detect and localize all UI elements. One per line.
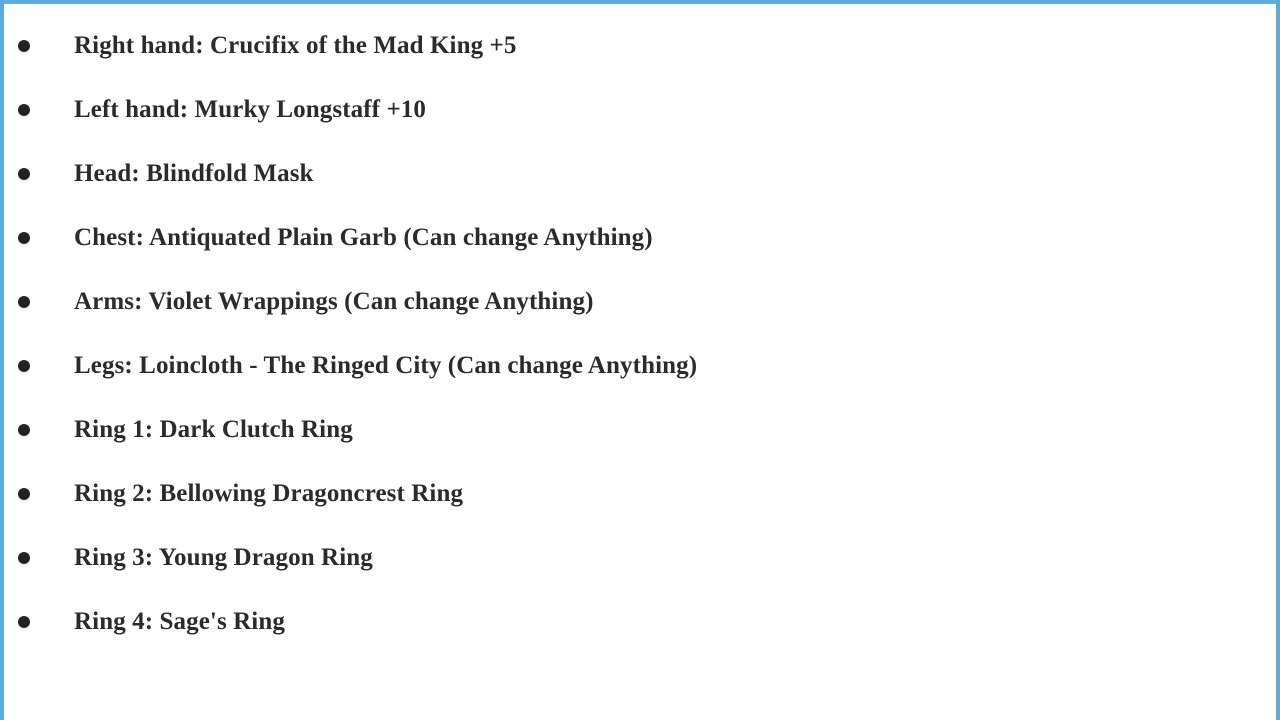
list-item-label: Ring 1: Dark Clutch Ring [74,416,353,444]
bullet-dot-icon [18,232,30,244]
list-item-label: Ring 2: Bellowing Dragoncrest Ring [74,480,464,508]
list-item-label: Head: Blindfold Mask [74,160,314,188]
list-item-label: Ring 3: Young Dragon Ring [74,544,373,572]
list-item-label: Right hand: Crucifix of the Mad King +5 [74,32,517,60]
bullet-dot-icon [18,488,30,500]
list-item-label: Arms: Violet Wrappings (Can change Anyth… [74,288,594,316]
list-item: Legs: Loincloth - The Ringed City (Can c… [4,334,1276,398]
list-item: Arms: Violet Wrappings (Can change Anyth… [4,270,1276,334]
bullet-dot-icon [18,168,30,180]
document-content: Right hand: Crucifix of the Mad King +5 … [4,14,1276,726]
bullet-dot-icon [18,296,30,308]
bullet-dot-icon [18,616,30,628]
list-item-label: Ring 4: Sage's Ring [74,608,285,636]
list-item-label: Left hand: Murky Longstaff +10 [74,96,426,124]
document-frame: Right hand: Crucifix of the Mad King +5 … [0,0,1280,726]
bullet-dot-icon [18,40,30,52]
bullet-dot-icon [18,360,30,372]
list-item: Ring 1: Dark Clutch Ring [4,398,1276,462]
list-item: Ring 2: Bellowing Dragoncrest Ring [4,462,1276,526]
list-item-label: Chest: Antiquated Plain Garb (Can change… [74,224,653,252]
bullet-dot-icon [18,552,30,564]
bullet-dot-icon [18,104,30,116]
loadout-list: Right hand: Crucifix of the Mad King +5 … [4,14,1276,654]
list-item: Ring 4: Sage's Ring [4,590,1276,654]
list-item: Chest: Antiquated Plain Garb (Can change… [4,206,1276,270]
list-item: Head: Blindfold Mask [4,142,1276,206]
list-item: Ring 3: Young Dragon Ring [4,526,1276,590]
list-item: Left hand: Murky Longstaff +10 [4,78,1276,142]
bullet-dot-icon [18,424,30,436]
list-item-label: Legs: Loincloth - The Ringed City (Can c… [74,352,698,380]
list-item: Right hand: Crucifix of the Mad King +5 [4,14,1276,78]
